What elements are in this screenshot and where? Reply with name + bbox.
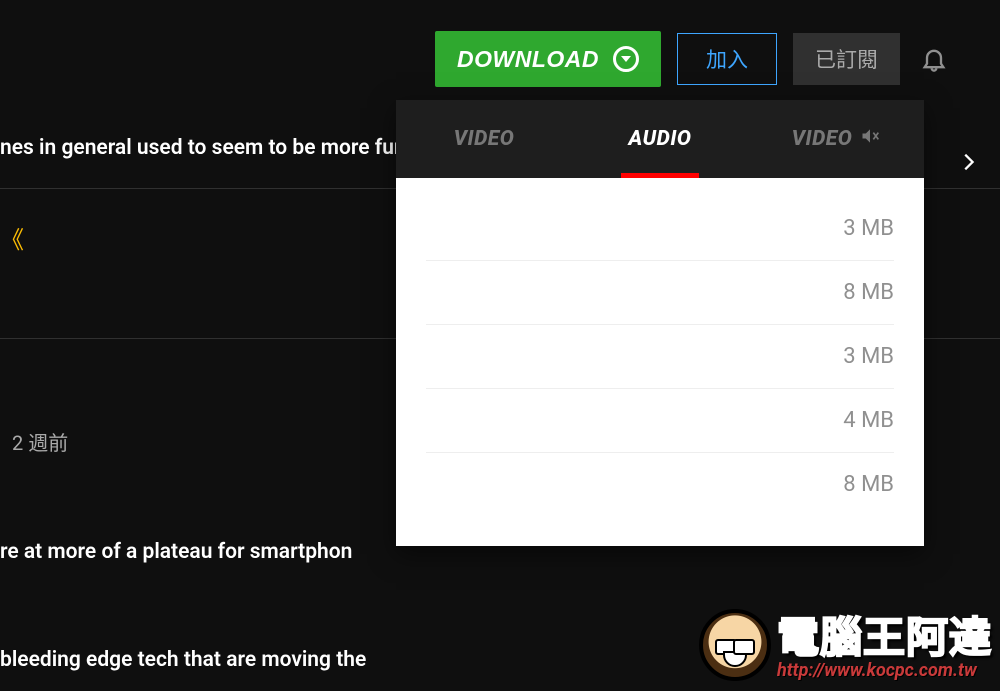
file-size: 3 MB [843, 344, 894, 369]
orange-text-fragment: 《 [0, 220, 24, 255]
download-button[interactable]: DOWNLOAD [435, 31, 661, 87]
watermark-avatar-icon [699, 609, 771, 681]
subscribed-button[interactable]: 已訂閱 [793, 33, 900, 85]
watermark-url: http://www.kocpc.com.tw [777, 660, 977, 681]
download-option-row[interactable]: 3 MB [426, 196, 894, 260]
download-option-row[interactable]: 3 MB [426, 324, 894, 388]
tab-audio[interactable]: AUDIO [572, 100, 748, 178]
file-size: 4 MB [843, 408, 894, 433]
download-arrow-icon [613, 46, 639, 72]
download-option-row[interactable]: 8 MB [426, 452, 894, 516]
join-button[interactable]: 加入 [677, 33, 777, 85]
download-option-row[interactable]: 8 MB [426, 260, 894, 324]
tab-video-muted[interactable]: VIDEO [748, 100, 924, 178]
file-size: 8 MB [843, 280, 894, 305]
video-title-fragment: nes in general used to seem to be more f… [0, 136, 421, 160]
comment-text: re at more of a plateau for smartphon bl… [0, 462, 366, 691]
file-size: 8 MB [843, 472, 894, 497]
next-chevron-icon[interactable] [954, 148, 982, 176]
download-panel-body: 3 MB 8 MB 3 MB 4 MB 8 MB [396, 178, 924, 546]
file-size: 3 MB [843, 216, 894, 241]
download-button-label: DOWNLOAD [457, 46, 599, 73]
download-panel-tabs: VIDEO AUDIO VIDEO [396, 100, 924, 178]
tab-video[interactable]: VIDEO [396, 100, 572, 178]
download-panel: VIDEO AUDIO VIDEO 3 MB 8 MB 3 MB 4 MB 8 … [396, 100, 924, 546]
comment-timestamp: 2 週前 [12, 427, 68, 456]
notifications-bell-icon[interactable] [916, 41, 952, 77]
download-option-row[interactable]: 4 MB [426, 388, 894, 452]
watermark-title: 電腦王阿達 [777, 618, 992, 660]
watermark: 電腦王阿達 http://www.kocpc.com.tw [699, 609, 992, 681]
mute-icon [860, 126, 880, 152]
